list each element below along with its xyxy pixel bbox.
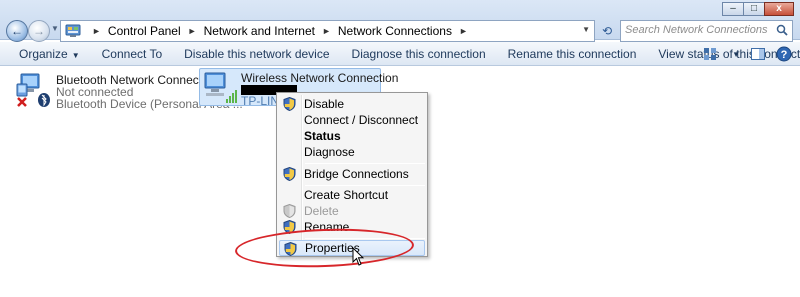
breadcrumb-network-connections[interactable]: Network Connections: [338, 24, 452, 38]
menu-item-label: Connect / Disconnect: [304, 113, 419, 127]
breadcrumb-separator[interactable]: ►: [322, 26, 331, 36]
back-button[interactable]: ←: [6, 20, 28, 42]
breadcrumb-control-panel[interactable]: Control Panel: [108, 24, 181, 38]
uac-shield-icon: [283, 204, 296, 218]
menu-item-label: Disable: [304, 97, 345, 111]
command-bar: Organize ▼ Connect To Disable this networ…: [0, 42, 800, 66]
view-options-dropdown-icon[interactable]: ▼: [732, 50, 740, 59]
breadcrumb-separator[interactable]: ►: [188, 26, 197, 36]
breadcrumb: ► Control Panel ► Network and Internet ►…: [85, 24, 475, 38]
svg-text:?: ?: [781, 49, 788, 61]
connection-name: Wireless Network Connection: [241, 71, 399, 85]
diagnose-button[interactable]: Diagnose this connection: [341, 47, 497, 61]
help-icon[interactable]: ?: [776, 46, 792, 62]
breadcrumb-separator[interactable]: ►: [92, 26, 101, 36]
search-input[interactable]: Search Network Connections: [620, 20, 793, 42]
bluetooth-connection-item[interactable]: Bluetooth Network Connection Not connect…: [14, 70, 243, 111]
control-panel-icon: [65, 24, 81, 37]
search-icon[interactable]: [776, 24, 788, 36]
menu-item-status[interactable]: Status: [279, 128, 425, 144]
rename-button[interactable]: Rename this connection: [497, 47, 648, 61]
menu-separator: [305, 185, 425, 186]
disable-device-button[interactable]: Disable this network device: [173, 47, 340, 61]
uac-shield-icon: [283, 97, 296, 111]
close-button[interactable]: x: [764, 2, 794, 16]
maximize-button[interactable]: □: [743, 2, 765, 16]
recent-pages-dropdown-icon[interactable]: ▼: [51, 24, 59, 33]
network-computer-icon: [16, 73, 50, 107]
organize-label: Organize: [19, 46, 68, 61]
menu-separator: [305, 163, 425, 164]
breadcrumb-separator[interactable]: ►: [459, 26, 468, 36]
menu-item-delete: Delete: [279, 203, 425, 219]
menu-item-label: Diagnose: [304, 145, 355, 159]
toolbar-right: ▼ ?: [702, 46, 792, 62]
menu-item-label: Bridge Connections: [304, 167, 409, 181]
window-controls: – □ x: [722, 2, 794, 16]
breadcrumb-network-and-internet[interactable]: Network and Internet: [204, 24, 315, 38]
menu-item-bridge-connections[interactable]: Bridge Connections: [279, 166, 425, 182]
connect-to-button[interactable]: Connect To: [91, 47, 174, 61]
minimize-button[interactable]: –: [722, 2, 744, 16]
menu-item-disable[interactable]: Disable: [279, 96, 425, 112]
refresh-icon[interactable]: ⟲: [598, 20, 616, 42]
address-bar[interactable]: ► Control Panel ► Network and Internet ►…: [60, 20, 595, 42]
address-dropdown-icon[interactable]: ▼: [582, 25, 590, 34]
menu-item-create-shortcut[interactable]: Create Shortcut: [279, 187, 425, 203]
organize-button[interactable]: Organize ▼: [0, 47, 91, 61]
mouse-cursor-icon: [352, 247, 364, 266]
menu-item-diagnose[interactable]: Diagnose: [279, 144, 425, 160]
menu-item-label: Create Shortcut: [304, 188, 389, 202]
network-computer-icon: [204, 72, 237, 103]
uac-shield-icon: [283, 167, 296, 181]
menu-item-label: Delete: [304, 204, 339, 218]
search-placeholder: Search Network Connections: [625, 24, 768, 36]
preview-pane-icon[interactable]: [750, 46, 766, 62]
menu-item-connect-disconnect[interactable]: Connect / Disconnect: [279, 112, 425, 128]
chevron-down-icon: ▼: [71, 50, 80, 60]
menu-item-label: Status: [304, 129, 341, 143]
forward-button[interactable]: →: [28, 20, 50, 42]
change-view-icon[interactable]: [702, 46, 718, 62]
